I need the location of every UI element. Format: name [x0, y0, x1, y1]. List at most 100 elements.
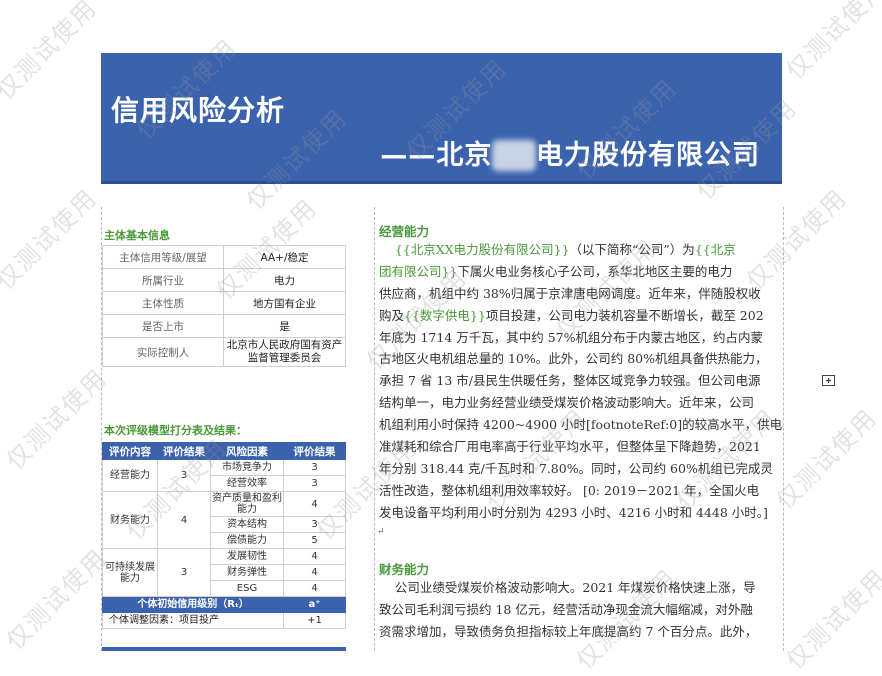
- text-line: {{北京XX电力股份有限公司}}（以下简称“公司”）为{{北京: [379, 239, 783, 261]
- text-line: 年底为 1714 万千瓦，其中约 57%机组分布于内蒙古地区，约占内蒙: [379, 329, 764, 345]
- report-banner: 信用风险分析 ——北京XX电力股份有限公司: [101, 53, 782, 181]
- factor-name: 偿债能力: [210, 532, 284, 549]
- left-panel: 主体基本信息 主体信用等级/展望 AA+/稳定 所属行业 电力 主体性质 地方国有企业…: [101, 207, 346, 651]
- adjustment-label: 个体调整因素：项目投产: [102, 612, 284, 629]
- factor-score: 3: [283, 475, 346, 492]
- factor-name: 资本结构: [210, 516, 284, 533]
- factor-name: 发展韧性: [210, 548, 284, 565]
- text-line: 古地区火电机组总量的 10%。此外，公司约 80%机组具备供热能力，: [379, 351, 768, 367]
- template-field: 团有限公司}}: [379, 263, 458, 279]
- line-text: 下属火电业务核心子公司，系华北地区主要的电力: [457, 263, 733, 279]
- text-line: 承担 7 省 13 市/县民生供暖任务，整体区域竞争力较强。但公司电源: [379, 373, 761, 389]
- table-row: 财务能力 4 资产质量和盈利能力 4: [102, 491, 346, 549]
- text-line: 致公司毛利润亏损约 18 亿元，经营活动净现金流大幅缩减，对外融: [379, 601, 753, 617]
- initial-rating-label: 个体初始信用级别（Rₜ）: [102, 596, 284, 613]
- factor-score: 5: [283, 532, 346, 549]
- group-score: 4: [157, 491, 211, 549]
- header-cell: 评价结果: [283, 442, 346, 460]
- template-field: {{北京XX电力股份有限公司}}: [394, 242, 570, 257]
- paragraph-mark-icon: ↵: [377, 527, 385, 537]
- header-cell: 评价内容: [102, 442, 158, 460]
- finance-heading: 财务能力: [379, 562, 430, 577]
- factor-name: 市场竞争力: [210, 459, 284, 476]
- table-row: 经营能力 3 市场竞争力 3: [102, 459, 346, 492]
- watermark: 仅测试使用: [0, 543, 113, 656]
- comment-add-icon[interactable]: [822, 375, 835, 388]
- text-line: 结构单一，电力业务经营业绩受煤炭价格波动影响大。近年来，公司: [379, 395, 755, 411]
- line-text: 项目投建，公司电力装机容量不断增长，截至 202: [485, 307, 764, 323]
- factor-score: 4: [283, 564, 346, 581]
- line-text: （以下简称“公司”）为: [569, 242, 695, 257]
- line-text: 购及: [379, 307, 405, 323]
- text-line: 团有限公司}}下属火电业务核心子公司，系华北地区主要的电力: [379, 261, 783, 283]
- info-value: 北京市人民政府国有资产监督管理委员会: [223, 337, 346, 367]
- group-name: 财务能力: [102, 491, 158, 549]
- info-key: 是否上市: [102, 314, 224, 338]
- adjustment-row: 个体调整因素：项目投产 +1: [102, 612, 346, 629]
- factor-score: 4: [283, 491, 346, 517]
- template-field: {{北京: [694, 242, 736, 257]
- initial-rating-value: a⁺: [283, 596, 346, 613]
- factor-score: 3: [283, 516, 346, 533]
- info-value: 电力: [223, 268, 346, 292]
- text-line: 准煤耗和综合厂用电率高于行业平均水平，但整体呈下降趋势，2021: [379, 439, 761, 455]
- watermark: 仅测试使用: [780, 0, 882, 86]
- watermark: 仅测试使用: [780, 563, 882, 676]
- basic-info-heading: 主体基本信息: [104, 229, 170, 242]
- info-key: 主体性质: [102, 291, 224, 315]
- info-key: 主体信用等级/展望: [102, 245, 224, 269]
- right-panel: 经营能力 {{北京XX电力股份有限公司}}（以下简称“公司”）为{{北京 团有限…: [374, 207, 784, 651]
- initial-rating-row: 个体初始信用级别（Rₜ） a⁺: [102, 596, 346, 613]
- finance-paragraph: 公司业绩受煤炭价格波动影响大。2021 年煤炭价格快速上涨，导 致公司毛利润亏损…: [379, 577, 783, 643]
- header-cell: 风险因素: [210, 442, 284, 460]
- table-row: 主体信用等级/展望 AA+/稳定: [102, 245, 346, 269]
- adjustment-value: +1: [283, 612, 346, 629]
- text-line: 年分别 318.44 克/千瓦时和 7.80%。同时，公司约 60%机组已完成灵: [379, 460, 773, 476]
- table-row: 所属行业 电力: [102, 268, 346, 292]
- text-line: 活性改造，整体机组利用效率较好。 [0: 2019－2021 年，全国火电: [379, 482, 760, 498]
- watermark: 仅测试使用: [0, 183, 103, 296]
- text-line: 发电设备平均利用小时分别为 4293 小时、4216 小时和 4448 小时。]: [379, 504, 768, 520]
- info-value: 地方国有企业: [223, 291, 346, 315]
- table-row: 实际控制人 北京市人民政府国有资产监督管理委员会: [102, 337, 346, 367]
- group-name: 经营能力: [102, 459, 158, 492]
- bottom-stripe: [102, 647, 346, 651]
- banner-underline: [101, 181, 782, 184]
- factor-name: 财务弹性: [210, 564, 284, 581]
- factor-name: 资产质量和盈利能力: [210, 491, 284, 517]
- info-value: 是: [223, 314, 346, 338]
- score-header-row: 评价内容 评价结果 风险因素 评价结果: [102, 442, 346, 460]
- report-title: 信用风险分析: [111, 94, 286, 127]
- watermark: 仅测试使用: [0, 363, 113, 476]
- score-table-heading: 本次评级模型打分表及结果：: [104, 424, 247, 437]
- text-line: 购及{{数字供电}}项目投建，公司电力装机容量不断增长，截至 202: [379, 305, 783, 327]
- text-line: 公司业绩受煤炭价格波动影响大。2021 年煤炭价格快速上涨，导: [379, 580, 756, 595]
- text-line: 供应商，机组中约 38%归属于京津唐电网调度。近年来，伴随股权收: [379, 285, 761, 301]
- template-field: {{数字供电}}: [404, 307, 486, 323]
- info-key: 实际控制人: [102, 337, 224, 367]
- group-score: 3: [157, 548, 211, 597]
- operations-paragraph: {{北京XX电力股份有限公司}}（以下简称“公司”）为{{北京 团有限公司}}下…: [379, 239, 784, 524]
- text-line: 机组利用小时保持 4200~4900 小时[footnoteRef:0]的较高水…: [379, 417, 784, 433]
- table-row: 是否上市是: [102, 314, 346, 338]
- operations-heading: 经营能力: [379, 224, 430, 239]
- info-value: AA+/稳定: [223, 245, 346, 269]
- company-title: ——北京XX电力股份有限公司: [380, 133, 760, 172]
- table-row: 可持续发展能力 3 发展韧性 4: [102, 548, 346, 597]
- factor-score: 3: [283, 459, 346, 476]
- company-title-suffix: 电力股份有限公司: [536, 140, 760, 171]
- score-table: 评价内容 评价结果 风险因素 评价结果 经营能力 3 市场竞争力 3 经营效率 …: [102, 442, 346, 629]
- info-key: 所属行业: [102, 268, 224, 292]
- factor-name: 经营效率: [210, 475, 284, 492]
- redacted-text: XX: [492, 140, 536, 171]
- header-cell: 评价结果: [157, 442, 211, 460]
- group-name: 可持续发展能力: [102, 548, 158, 597]
- factor-score: 4: [283, 548, 346, 565]
- group-score: 3: [157, 459, 211, 492]
- text-line: 资需求增加，导致债务负担指标较上年底提高约 7 个百分点。此外，: [379, 623, 758, 639]
- table-row: 主体性质 地方国有企业: [102, 291, 346, 315]
- watermark: 仅测试使用: [0, 0, 103, 106]
- factor-name: ESG: [210, 580, 284, 597]
- company-title-prefix: ——北京: [380, 140, 493, 171]
